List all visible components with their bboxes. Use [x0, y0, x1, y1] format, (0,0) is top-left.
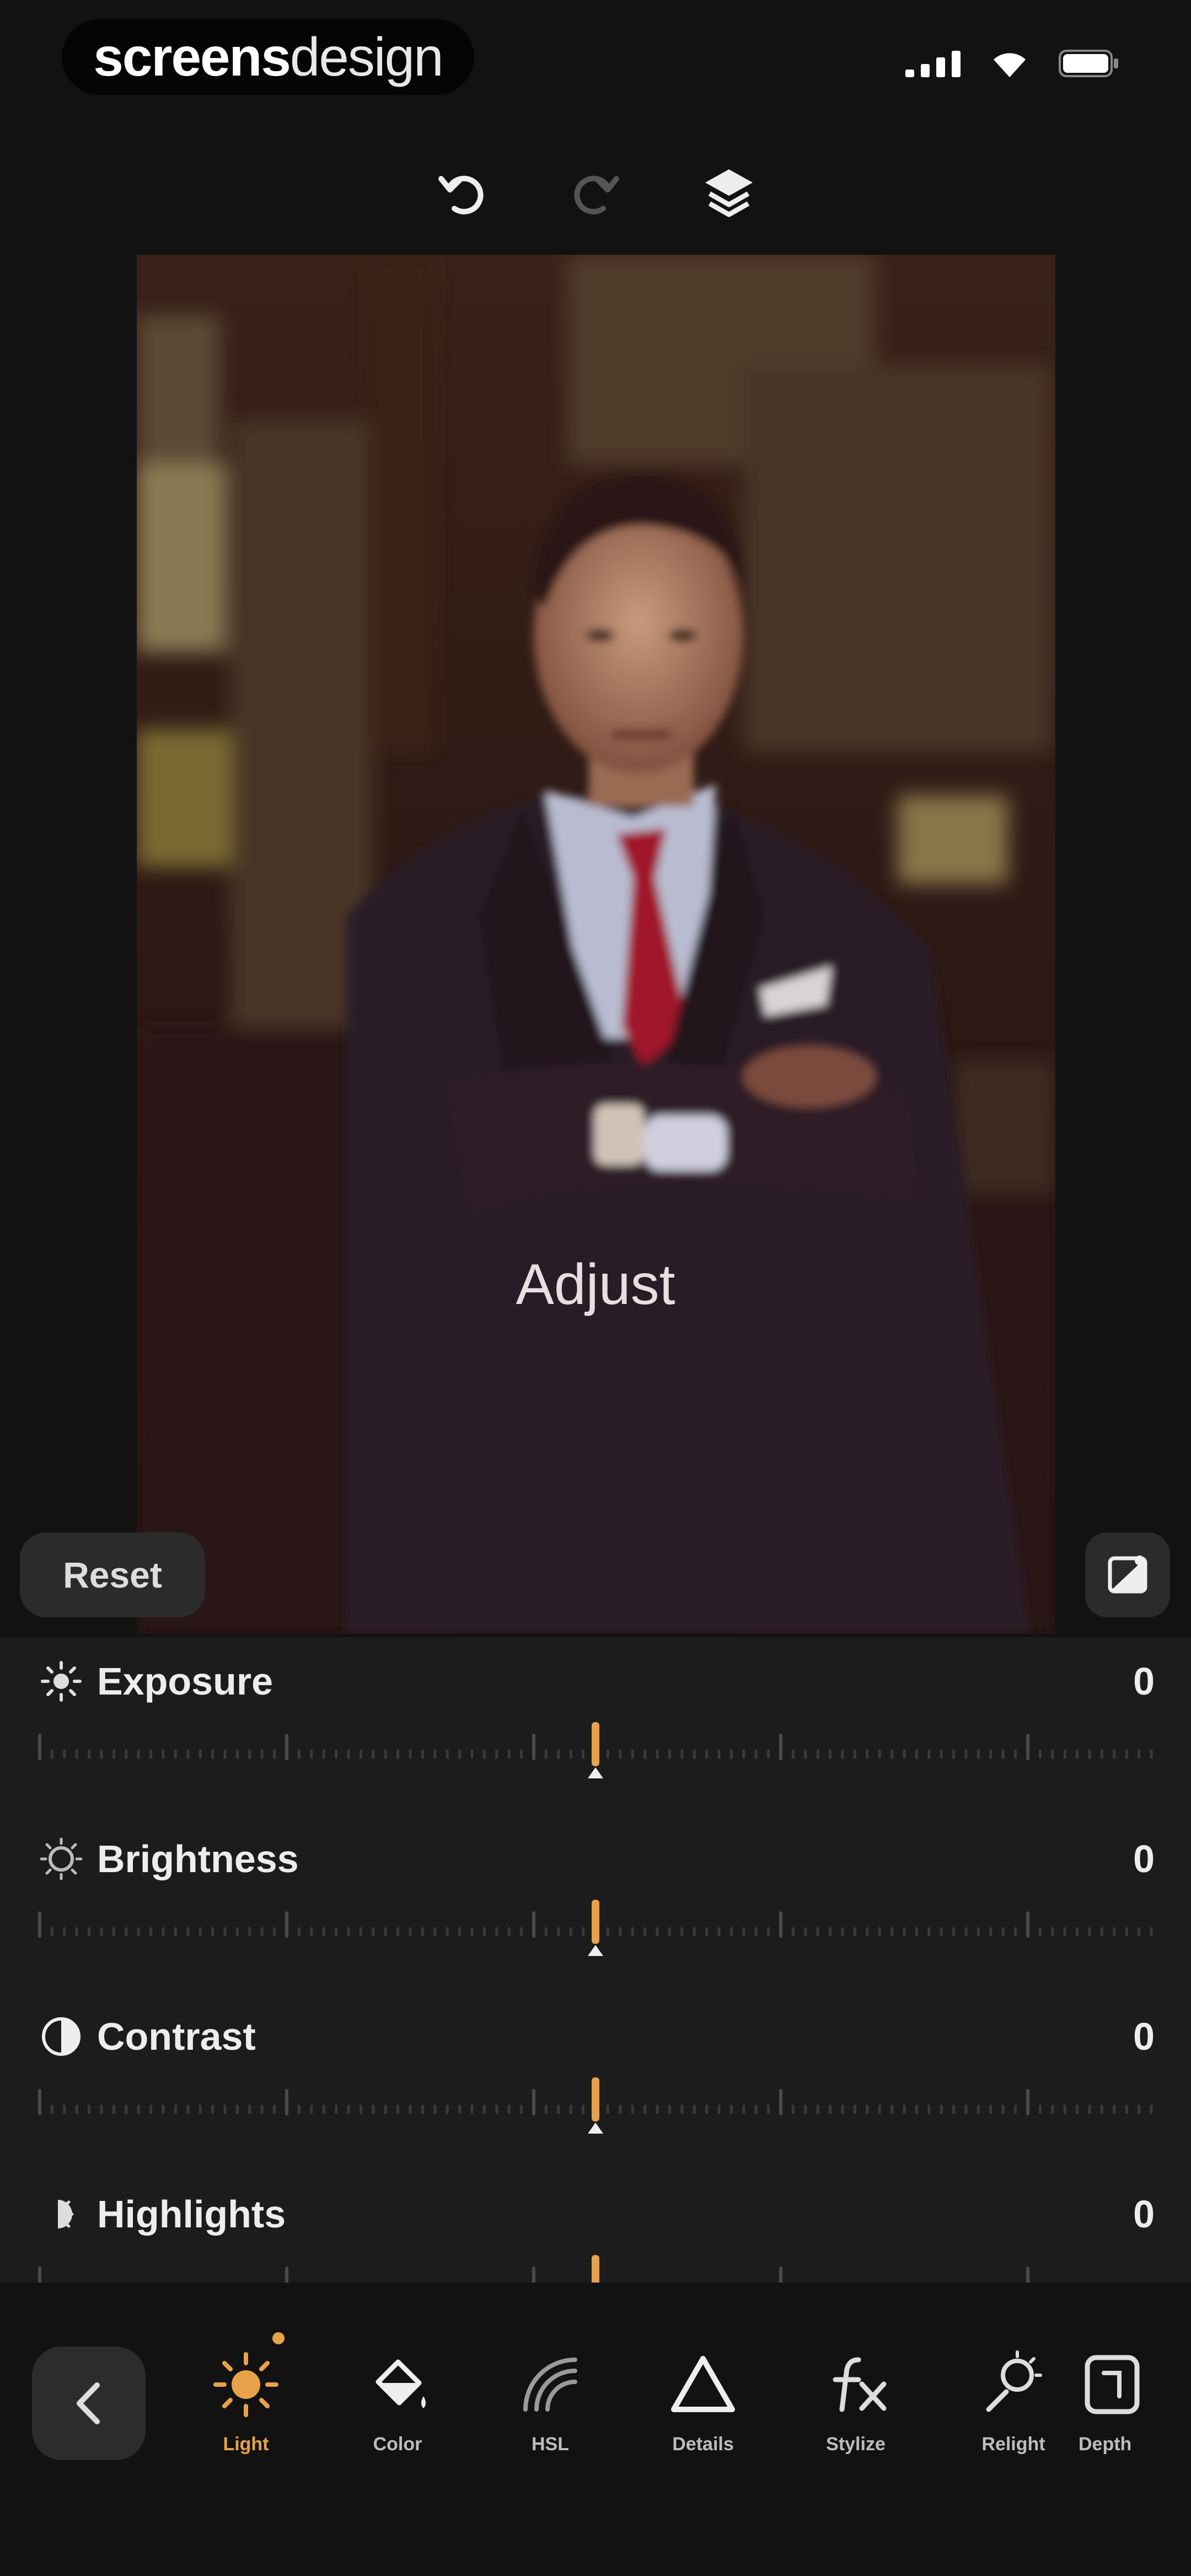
tab-stylize[interactable]: Stylize [787, 2343, 925, 2487]
bottom-tab-bar: Light Color HSL Details Stylize Relight [0, 2283, 1191, 2576]
slider-marker [588, 1767, 603, 1778]
contrast-icon [36, 2012, 86, 2061]
fx-icon [814, 2343, 897, 2426]
exposure-icon [36, 1656, 86, 1706]
adjustment-value: 0 [1133, 1837, 1155, 1880]
tab-hsl[interactable]: HSL [481, 2343, 619, 2487]
slider-ruler [38, 1900, 1153, 1956]
photo-canvas[interactable] [137, 255, 1055, 1634]
adjustment-label: Exposure [97, 1660, 273, 1703]
tab-light[interactable]: Light [177, 2343, 315, 2487]
reset-button[interactable]: Reset [20, 1532, 205, 1617]
brand-logo: screensdesign [93, 26, 444, 88]
tab-label: Depth [1079, 2434, 1132, 2455]
compare-button[interactable] [1085, 1532, 1170, 1617]
slider-marker [588, 2123, 603, 2134]
portrait-photo [137, 255, 1055, 1634]
chevron-left-icon [77, 2382, 100, 2424]
tab-label: Color [373, 2434, 422, 2455]
top-toolbar [0, 160, 1191, 226]
layers-icon [705, 169, 753, 217]
tab-label: Stylize [826, 2434, 886, 2455]
brightness-icon [36, 1834, 86, 1884]
slider-indicator[interactable] [592, 2077, 599, 2121]
tab-label: HSL [532, 2434, 569, 2455]
tab-color[interactable]: Color [329, 2343, 466, 2487]
brightness-slider[interactable] [36, 1898, 1155, 1964]
triangle-icon [662, 2343, 744, 2426]
wifi-icon [994, 53, 1026, 77]
compare-icon [1108, 1556, 1147, 1594]
adjustment-row-brightness: Brightness 0 [0, 1815, 1191, 1991]
rainbow-icon [509, 2343, 592, 2426]
status-bar: screensdesign [0, 0, 1191, 116]
depth-icon [1073, 2343, 1156, 2426]
slider-ruler [38, 2255, 1152, 2283]
adjustment-value: 0 [1133, 1660, 1155, 1703]
tab-label: Details [672, 2434, 734, 2455]
adjustment-row-highlights: Highlights 0 [0, 2170, 1191, 2283]
adjustment-label: Brightness [97, 1837, 299, 1880]
back-button[interactable] [32, 2347, 146, 2460]
highlights-slider[interactable] [36, 2253, 1155, 2283]
brand-pill: screensdesign [62, 19, 474, 95]
mode-label: Adjust [516, 1253, 675, 1317]
layers-button[interactable] [696, 160, 762, 226]
brand-light: design [289, 26, 444, 87]
battery-icon [1059, 50, 1118, 77]
undo-icon [438, 175, 484, 215]
status-icons [905, 49, 1119, 78]
adjustment-row-contrast: Contrast 0 [0, 1992, 1191, 2169]
relight-icon [972, 2343, 1055, 2426]
redo-button[interactable] [562, 160, 629, 226]
adjustment-row-exposure: Exposure 0 [0, 1637, 1191, 1814]
sun-icon [205, 2343, 287, 2426]
slider-indicator[interactable] [592, 2255, 599, 2283]
active-dot [272, 2332, 285, 2344]
exposure-slider[interactable] [36, 1720, 1155, 1786]
adjustment-value: 0 [1133, 2015, 1155, 2058]
slider-ruler [38, 1722, 1153, 1778]
slider-indicator[interactable] [592, 1722, 599, 1766]
tab-details[interactable]: Details [634, 2343, 772, 2487]
highlights-icon [36, 2189, 86, 2239]
tab-label: Relight [981, 2434, 1045, 2455]
slider-indicator[interactable] [592, 1900, 599, 1944]
paint-bucket-icon [356, 2343, 439, 2426]
tab-depth[interactable]: Depth [1052, 2343, 1191, 2487]
brand-bold: screens [93, 26, 291, 87]
adjustment-label: Contrast [97, 2015, 256, 2058]
adjustment-label: Highlights [97, 2193, 286, 2236]
slider-ruler [38, 2077, 1153, 2134]
contrast-slider[interactable] [36, 2075, 1155, 2141]
signal-icon [905, 50, 961, 77]
adjustment-panel: Exposure 0 Brightness 0 Contrast 0 Highl… [0, 1637, 1191, 2283]
redo-icon [574, 175, 619, 215]
tab-label: Light [223, 2434, 269, 2455]
slider-marker [588, 1945, 603, 1956]
undo-button[interactable] [429, 160, 495, 226]
adjustment-value: 0 [1133, 2193, 1155, 2236]
